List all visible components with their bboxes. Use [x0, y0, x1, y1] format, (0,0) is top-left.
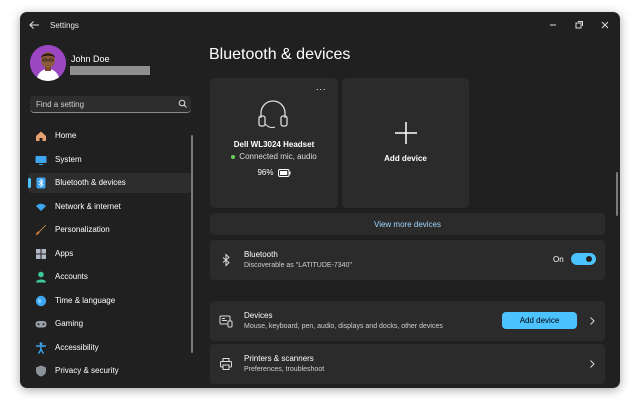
accounts-icon: [36, 271, 46, 283]
sidebar-item-label: Gaming: [55, 319, 84, 328]
sidebar-item-system[interactable]: System: [28, 150, 192, 170]
add-device-button-label: Add device: [519, 316, 560, 325]
battery-icon: [277, 168, 290, 177]
sidebar-item-label: Time & language: [55, 296, 116, 305]
sidebar-item-home[interactable]: Home: [28, 126, 192, 146]
sidebar-item-network[interactable]: Network & internet: [28, 197, 192, 217]
sidebar-scrollbar[interactable]: [191, 135, 193, 353]
system-icon: [35, 156, 47, 165]
sidebar-item-label: Home: [55, 131, 77, 140]
toggle-knob: [586, 256, 592, 262]
chevron-right-icon: [590, 360, 595, 368]
device-card-headset[interactable]: ... Dell WL3024 Headset Connected mic, a…: [210, 78, 338, 208]
accessibility-icon: [36, 342, 46, 354]
shield-icon: [36, 365, 46, 377]
avatar[interactable]: [30, 45, 66, 81]
battery-status: 96%: [210, 168, 338, 177]
search-placeholder: Find a setting: [36, 100, 85, 109]
sidebar-item-label: System: [55, 155, 82, 164]
headset-icon: [258, 100, 288, 129]
page-title: Bluetooth & devices: [209, 46, 351, 63]
printers-title: Printers & scanners: [244, 354, 314, 363]
app-title: Settings: [50, 21, 79, 30]
user-portrait-icon: [30, 45, 66, 81]
sidebar-item-gaming[interactable]: Gaming: [28, 314, 192, 334]
search-icon: [178, 99, 187, 108]
devices-icon: [219, 315, 233, 328]
search-input[interactable]: Find a setting: [30, 96, 191, 113]
apps-icon: [36, 249, 46, 259]
connected-dot-icon: [231, 154, 236, 159]
user-email-redacted: [70, 66, 150, 75]
bluetooth-icon: [36, 177, 46, 189]
active-indicator: [28, 178, 31, 188]
add-device-label: Add device: [384, 154, 427, 163]
bluetooth-title: Bluetooth: [244, 250, 278, 259]
back-arrow-icon[interactable]: [28, 19, 40, 31]
devices-row[interactable]: Devices Mouse, keyboard, pen, audio, dis…: [210, 301, 605, 341]
printer-icon: [220, 358, 232, 370]
plus-icon: [395, 122, 417, 144]
device-status-text: Connected mic, audio: [239, 152, 317, 161]
bluetooth-icon: [222, 253, 230, 267]
printers-subtitle: Preferences, troubleshoot: [244, 366, 325, 373]
sidebar-item-label: Accounts: [55, 272, 88, 281]
sidebar-item-bluetooth[interactable]: Bluetooth & devices: [28, 173, 192, 193]
bluetooth-row: Bluetooth Discoverable as "LATITUDE-7340…: [210, 240, 605, 280]
user-name: John Doe: [71, 54, 110, 64]
device-status: Connected mic, audio: [210, 152, 338, 161]
bluetooth-toggle[interactable]: [571, 253, 596, 265]
add-device-card[interactable]: Add device: [342, 78, 469, 208]
battery-percent: 96%: [257, 168, 274, 177]
globe-icon: [35, 295, 47, 307]
chevron-right-icon: [590, 317, 595, 325]
sidebar-item-time-language[interactable]: Time & language: [28, 291, 192, 311]
printers-row[interactable]: Printers & scanners Preferences, trouble…: [210, 344, 605, 384]
device-name: Dell WL3024 Headset: [233, 140, 315, 149]
restore-icon[interactable]: [572, 18, 586, 32]
sidebar-item-label: Network & internet: [55, 202, 121, 211]
sidebar-item-accessibility[interactable]: Accessibility: [28, 338, 192, 358]
view-more-label: View more devices: [374, 220, 441, 229]
sidebar-item-privacy[interactable]: Privacy & security: [28, 361, 192, 381]
devices-title: Devices: [244, 311, 273, 320]
minimize-icon[interactable]: [546, 18, 560, 32]
sidebar-item-apps[interactable]: Apps: [28, 244, 192, 264]
main-scrollbar[interactable]: [616, 172, 618, 216]
home-icon: [36, 131, 46, 141]
sidebar-item-label: Apps: [55, 249, 74, 258]
brush-icon: [35, 225, 46, 235]
add-device-button[interactable]: Add device: [502, 312, 577, 329]
sidebar-item-label: Personalization: [55, 225, 110, 234]
sidebar-item-label: Privacy & security: [55, 366, 119, 375]
title-bar: Settings: [20, 12, 620, 40]
wifi-icon: [36, 203, 46, 211]
gamepad-icon: [35, 321, 47, 328]
view-more-devices-button[interactable]: View more devices: [210, 213, 605, 235]
more-options-button[interactable]: ...: [316, 82, 327, 92]
sidebar-item-label: Bluetooth & devices: [55, 178, 126, 187]
sidebar-item-personalization[interactable]: Personalization: [28, 220, 192, 240]
sidebar-item-accounts[interactable]: Accounts: [28, 267, 192, 287]
bluetooth-state-label: On: [553, 255, 564, 264]
sidebar-item-label: Accessibility: [55, 343, 99, 352]
close-icon[interactable]: [598, 18, 612, 32]
bluetooth-subtitle: Discoverable as "LATITUDE-7340": [244, 262, 352, 269]
devices-subtitle: Mouse, keyboard, pen, audio, displays an…: [244, 323, 443, 330]
settings-window: Settings John Doe Find a setting Home Sy…: [20, 12, 620, 388]
